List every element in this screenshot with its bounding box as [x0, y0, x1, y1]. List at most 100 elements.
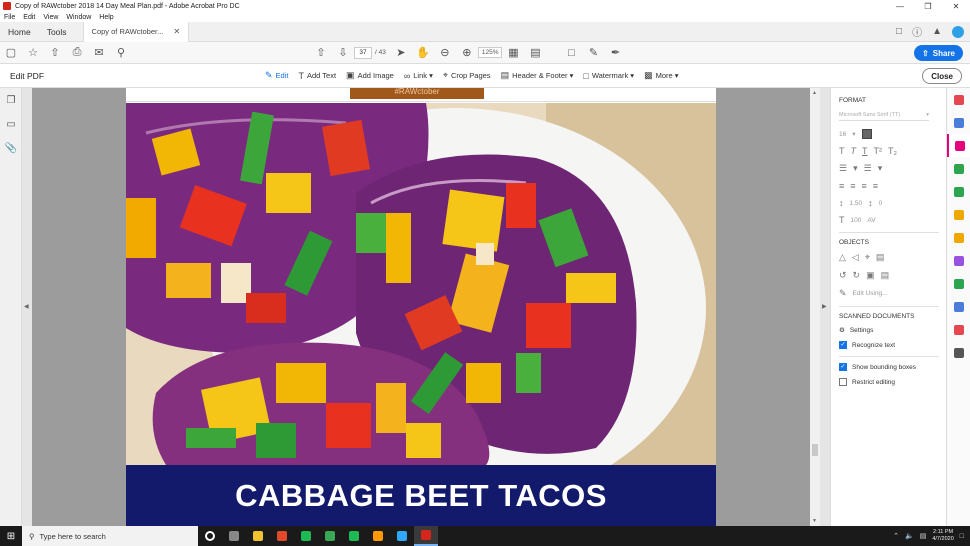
notifications-icon[interactable]: ▲ — [932, 26, 942, 37]
windows-start-icon[interactable]: ⊞ — [0, 526, 22, 546]
crop-pages-button[interactable]: ⌖ Crop Pages — [443, 70, 491, 81]
chevron-up-icon[interactable]: ⌃ — [893, 532, 899, 540]
settings-button[interactable]: ⚙ Settings — [839, 326, 938, 335]
sign-icon[interactable]: ✒ — [604, 42, 626, 64]
collapse-left-panel-icon[interactable]: ◀ — [24, 303, 29, 310]
save-icon[interactable]: ▢ — [0, 42, 22, 64]
menu-window[interactable]: Window — [66, 14, 91, 21]
link-button[interactable]: ∞ Link ▾ — [404, 71, 433, 81]
spotify-icon[interactable] — [318, 526, 342, 546]
file-explorer-icon[interactable] — [270, 526, 294, 546]
align-left-icon[interactable]: ≡ — [839, 181, 844, 191]
add-text-button[interactable]: T Add Text — [298, 71, 336, 81]
game-launcher-icon[interactable] — [342, 526, 366, 546]
minimize-button[interactable]: — — [886, 0, 914, 12]
bullet-list-icon[interactable]: ☰ — [839, 163, 847, 174]
character-spacing-value[interactable]: AV — [867, 217, 875, 224]
system-clock[interactable]: 2:11 PM 4/7/2020 — [932, 529, 953, 543]
collapse-right-panel-icon[interactable]: ▶ — [822, 303, 827, 310]
help-icon[interactable]: ⓘ — [912, 24, 922, 39]
network-icon[interactable]: ▤ — [920, 532, 927, 540]
text-style-italic-icon[interactable]: T — [851, 146, 857, 156]
recognize-text-option[interactable]: ✓ Recognize text — [839, 341, 938, 349]
restrict-editing-option[interactable]: Restrict editing — [839, 378, 938, 386]
photoshop-icon[interactable] — [390, 526, 414, 546]
maximize-button[interactable]: ❐ — [914, 0, 942, 12]
scroll-down-icon[interactable]: ▼ — [812, 518, 817, 524]
document-view[interactable]: #RAWctober CABBAGE BEET TACOS — [32, 88, 810, 526]
header-footer-button[interactable]: ▤ Header & Footer ▾ — [501, 70, 574, 81]
send-for-signature-icon[interactable] — [947, 249, 970, 272]
page-thumbnails-icon[interactable]: ❐ — [0, 88, 22, 112]
recognize-text-checkbox[interactable]: ✓ — [839, 341, 847, 349]
comment-tool-icon[interactable] — [947, 226, 970, 249]
replace-image-icon[interactable]: ▣ — [866, 270, 875, 281]
chrome-icon[interactable] — [294, 526, 318, 546]
text-style-underline-icon[interactable]: T — [862, 146, 868, 156]
previous-page-icon[interactable]: ⇧ — [310, 42, 332, 64]
fit-page-icon[interactable]: ▦ — [502, 42, 524, 64]
taskbar-search[interactable]: ⚲ Type here to search — [22, 526, 198, 546]
zoom-level-select[interactable]: 125% — [477, 47, 503, 58]
line-spacing-value[interactable]: 1.50 — [850, 200, 863, 207]
fill-sign-icon[interactable] — [947, 203, 970, 226]
page-number-input[interactable]: 37 — [354, 46, 372, 59]
task-view-icon[interactable] — [198, 526, 222, 546]
show-bounding-boxes-checkbox[interactable]: ✓ — [839, 363, 847, 371]
zoom-in-icon[interactable]: ⊕ — [456, 42, 478, 64]
calculator-icon[interactable] — [246, 526, 270, 546]
vertical-scrollbar[interactable]: ▲ ▼ — [810, 88, 820, 526]
bookmarks-icon[interactable]: ▭ — [0, 112, 22, 136]
close-edit-button[interactable]: Close — [922, 68, 962, 84]
paragraph-spacing-value[interactable]: 0 — [879, 200, 883, 207]
crop-image-icon[interactable]: ⌖ — [865, 252, 870, 263]
bookmark-star-icon[interactable]: ☆ — [22, 42, 44, 64]
text-style-subscript-icon[interactable]: T₂ — [888, 146, 897, 156]
close-tab-icon[interactable]: ✕ — [173, 27, 180, 36]
font-size-select[interactable]: 16 — [839, 131, 846, 138]
cortana-icon[interactable] — [222, 526, 246, 546]
notifications-icon[interactable]: □ — [960, 533, 964, 540]
flip-vertical-icon[interactable]: △ — [839, 252, 846, 263]
export-pdf-icon[interactable] — [947, 88, 970, 111]
search-icon[interactable]: ⚲ — [110, 42, 132, 64]
align-objects-icon[interactable]: ▤ — [881, 270, 890, 281]
align-right-icon[interactable]: ≡ — [862, 181, 867, 191]
hand-tool-icon[interactable]: ✋ — [412, 42, 434, 64]
attachments-icon[interactable]: 📎 — [0, 136, 22, 160]
scroll-mode-icon[interactable]: ▤ — [524, 42, 546, 64]
more-tools-icon[interactable] — [947, 341, 970, 364]
close-window-button[interactable]: ✕ — [942, 0, 970, 12]
align-justify-icon[interactable]: ≡ — [873, 181, 878, 191]
edit-using-select[interactable]: Edit Using... — [853, 290, 888, 297]
zoom-out-icon[interactable]: ⊖ — [434, 42, 456, 64]
print-icon[interactable]: ⎙ — [66, 42, 88, 64]
show-bounding-boxes-option[interactable]: ✓ Show bounding boxes — [839, 363, 938, 371]
illustrator-icon[interactable] — [366, 526, 390, 546]
organize-pages-icon[interactable] — [947, 180, 970, 203]
protect-icon[interactable] — [947, 295, 970, 318]
numbered-list-icon[interactable]: ☰ — [864, 163, 872, 174]
volume-icon[interactable]: 🔈 — [905, 532, 914, 540]
comment-icon[interactable]: □ — [896, 26, 902, 37]
create-pdf-icon[interactable] — [947, 111, 970, 134]
send-track-icon[interactable] — [947, 272, 970, 295]
horizontal-scale-value[interactable]: 100 — [851, 217, 862, 224]
menu-help[interactable]: Help — [99, 14, 113, 21]
highlight-pen-icon[interactable]: ✎ — [582, 42, 604, 64]
select-cursor-icon[interactable]: ➤ — [390, 42, 412, 64]
email-icon[interactable]: ✉ — [88, 42, 110, 64]
tab-home[interactable]: Home — [0, 22, 39, 42]
font-family-select[interactable]: Microsoft Sans Serif (TT) ▾ — [839, 110, 929, 121]
text-style-superscript-icon[interactable]: T² — [874, 146, 883, 156]
more-button[interactable]: ▩ More ▾ — [644, 70, 678, 81]
redact-icon[interactable] — [947, 318, 970, 341]
watermark-button[interactable]: □ Watermark ▾ — [583, 71, 634, 81]
text-style-normal-icon[interactable]: T — [839, 146, 845, 156]
share-button[interactable]: ⇧ Share — [914, 45, 963, 61]
menu-view[interactable]: View — [43, 14, 58, 21]
align-center-icon[interactable]: ≡ — [850, 181, 855, 191]
rotate-right-icon[interactable]: ↻ — [853, 270, 861, 281]
font-color-swatch[interactable] — [861, 129, 872, 139]
scroll-thumb[interactable] — [812, 444, 818, 456]
